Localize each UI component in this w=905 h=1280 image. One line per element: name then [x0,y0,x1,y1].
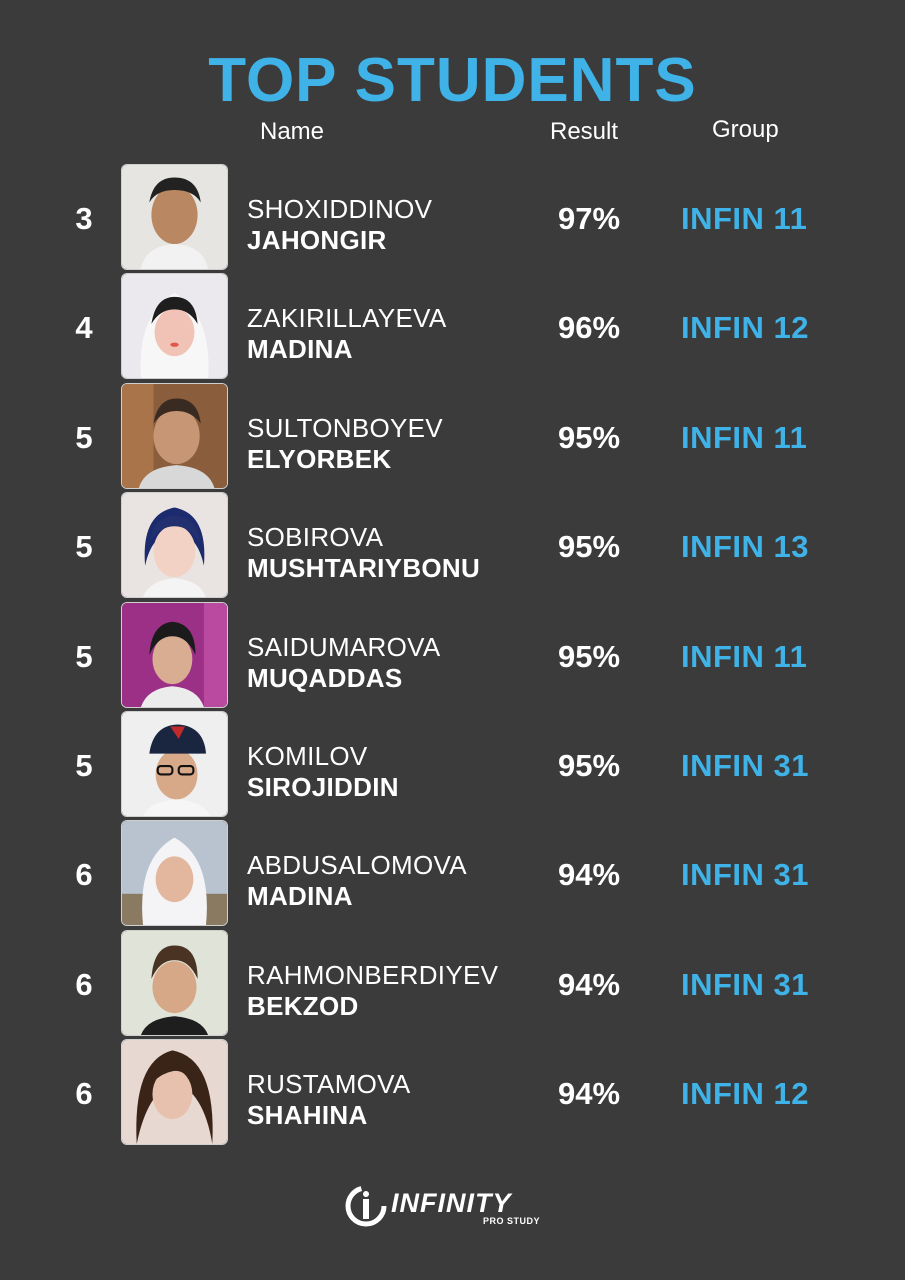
student-photo [121,929,228,1036]
student-surname: ZAKIRILLAYEVA [247,303,447,334]
student-group: INFIN 12 [681,1076,810,1112]
student-rank: 6 [75,966,93,1002]
student-first-name: BEKZOD [247,990,359,1021]
student-row: 6 ABDUSALOMOVA MADINA 94% INFIN 31 [0,819,905,928]
student-first-name: MADINA [247,881,353,912]
student-rank: 3 [75,201,93,236]
student-group: INFIN 11 [681,419,808,455]
student-rank: 5 [75,638,93,674]
student-first-name: ELYORBEK [247,443,392,474]
student-photo [121,601,228,708]
student-first-name: SHAHINA [247,1100,368,1131]
student-row: 4 ZAKIRILLAYEVA MADINA 96% INFIN 12 [0,272,905,381]
student-photo [121,382,228,489]
student-group: INFIN 31 [681,747,810,783]
student-rank: 5 [75,419,93,455]
student-surname: KOMILOV [247,740,368,771]
student-first-name: JAHONGIR [247,225,387,255]
student-surname: SOBIROVA [247,522,384,553]
student-rank: 6 [75,857,93,893]
student-photo [121,710,228,817]
student-surname: RAHMONBERDIYEV [247,959,499,990]
result-column-header: Result [550,118,619,145]
student-group: INFIN 31 [681,857,810,893]
student-row: 6 RUSTAMOVA SHAHINA 94% INFIN 12 [0,1038,905,1147]
student-surname: ABDUSALOMOVA [247,850,467,881]
student-result: 95% [557,529,621,565]
student-row: 5 SOBIROVA MUSHTARIYBONU 95% INFIN 13 [0,491,905,600]
student-rank: 5 [75,747,93,783]
student-surname: SHOXIDDINOV [247,194,433,224]
student-group: INFIN 11 [681,638,808,674]
student-result: 97% [557,201,621,236]
infinity-logo: INFINITY PRO STUDY [345,1185,560,1230]
student-photo [121,273,228,380]
student-photo [121,1039,228,1146]
student-group: INFIN 31 [681,966,810,1002]
student-photo [121,164,228,270]
student-rank: 5 [75,529,93,565]
student-group: INFIN 13 [681,529,810,565]
student-surname: RUSTAMOVA [247,1069,411,1100]
students-list: 3 SHOXIDDINOV JAHONGIR 97% INFIN 11 4 ZA… [0,163,905,1148]
page-title: TOP STUDENTS [208,46,697,115]
student-group: INFIN 12 [681,310,810,346]
student-row: 6 RAHMONBERDIYEV BEKZOD 94% INFIN 31 [0,929,905,1038]
student-result: 94% [557,857,621,893]
student-row: 5 KOMILOV SIROJIDDIN 95% INFIN 31 [0,710,905,819]
student-surname: SULTONBOYEV [247,412,443,443]
group-column-header: Group [712,116,779,143]
student-result: 95% [557,747,621,783]
student-first-name: MUSHTARIYBONU [247,553,481,584]
student-result: 96% [557,310,621,346]
student-first-name: MADINA [247,334,353,365]
student-photo [121,492,228,599]
student-surname: SAIDUMAROVA [247,631,441,662]
student-result: 94% [557,966,621,1002]
student-rank: 4 [75,310,93,346]
student-group: INFIN 11 [681,201,808,236]
student-first-name: MUQADDAS [247,662,403,693]
student-result: 95% [557,419,621,455]
infinity-logo-icon [345,1185,387,1227]
student-result: 94% [557,1076,621,1112]
student-result: 95% [557,638,621,674]
student-rank: 6 [75,1076,93,1112]
logo-name: INFINITY [391,1188,512,1218]
student-row: 5 SULTONBOYEV ELYORBEK 95% INFIN 11 [0,382,905,491]
student-photo [121,820,228,927]
student-row: 3 SHOXIDDINOV JAHONGIR 97% INFIN 11 [0,163,905,272]
student-first-name: SIROJIDDIN [247,771,399,802]
logo-tagline: PRO STUDY [483,1216,541,1226]
name-column-header: Name [260,118,325,145]
student-row: 5 SAIDUMAROVA MUQADDAS 95% INFIN 11 [0,601,905,710]
